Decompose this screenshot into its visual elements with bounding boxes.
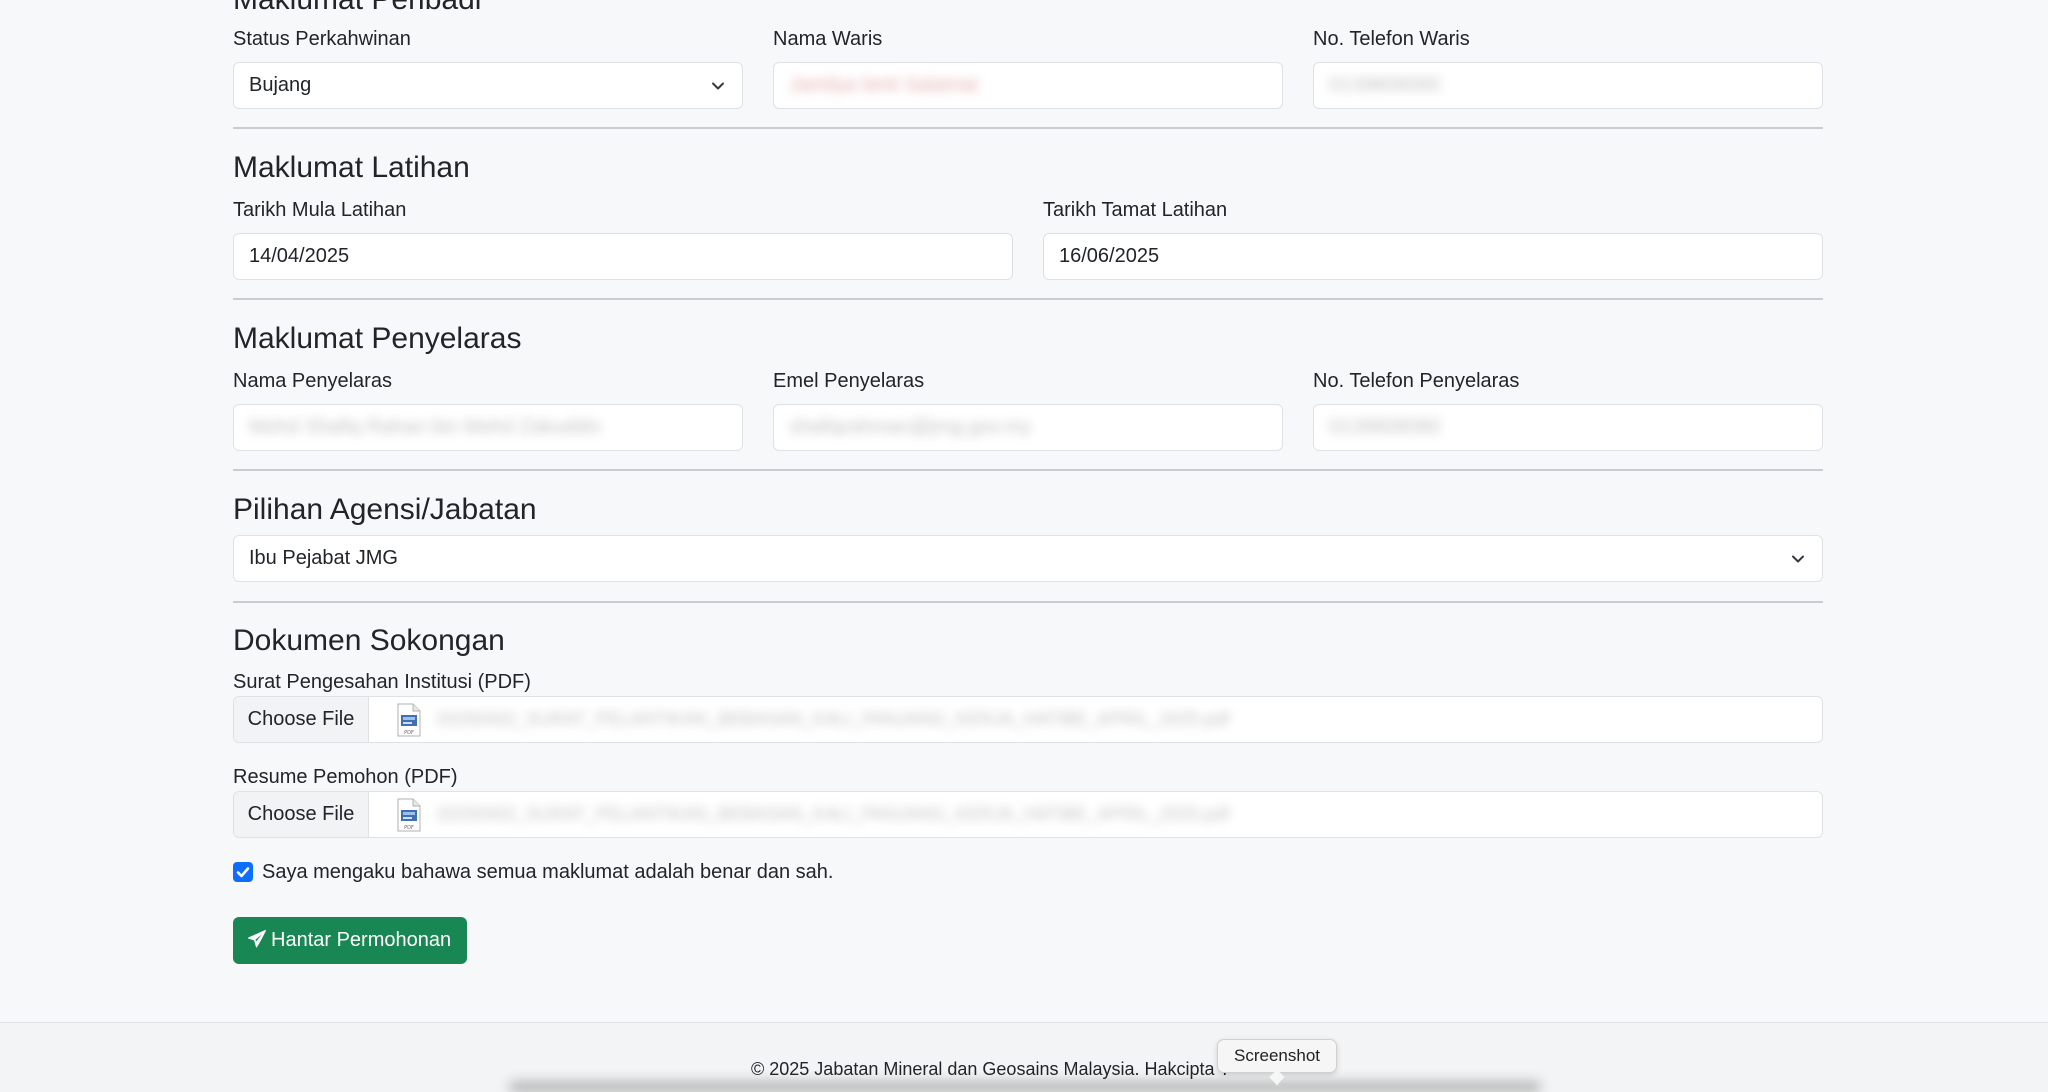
coordinator-phone-input[interactable]: 0139808080 [1313, 404, 1823, 451]
dock-shadow [510, 1082, 1540, 1092]
pdf-file-icon: PDF [397, 703, 421, 737]
resume-label: Resume Pemohon (PDF) [233, 766, 458, 788]
declaration-checkbox[interactable] [233, 862, 253, 882]
letter-file-input[interactable]: Choose File PDF 20250402_SURAT_PELANTIKA… [233, 696, 1823, 743]
section-title-agency: Pilihan Agensi/Jabatan [233, 493, 537, 526]
coordinator-email-input[interactable]: shafiqrahman@jmg.gov.my [773, 404, 1283, 451]
marital-status-select[interactable]: Bujang [233, 62, 743, 109]
resume-file-name: 20250402_SURAT_PELANTIKAN_BEBASAN_KALI_P… [436, 804, 1230, 824]
letter-file-name: 20250402_SURAT_PELANTIKAN_BEBASAN_KALI_P… [436, 709, 1230, 729]
heir-phone-value: 0139808080 [1329, 74, 1441, 96]
chevron-down-icon [1792, 555, 1804, 563]
letter-label: Surat Pengesahan Institusi (PDF) [233, 671, 531, 693]
coordinator-phone-label: No. Telefon Penyelaras [1313, 370, 1520, 392]
section-title-training: Maklumat Latihan [233, 151, 470, 184]
heir-phone-label: No. Telefon Waris [1313, 28, 1470, 50]
training-start-input[interactable]: 14/04/2025 [233, 233, 1013, 280]
send-icon [248, 930, 266, 948]
coordinator-name-label: Nama Penyelaras [233, 370, 392, 392]
application-form-page: Maklumat Peribadi Status Perkahwinan Buj… [0, 0, 2048, 1092]
divider [233, 601, 1823, 603]
marital-status-value: Bujang [249, 74, 312, 96]
training-end-label: Tarikh Tamat Latihan [1043, 199, 1228, 221]
training-start-label: Tarikh Mula Latihan [233, 199, 407, 221]
divider [233, 469, 1823, 471]
declaration-label[interactable]: Saya mengaku bahawa semua maklumat adala… [262, 860, 833, 884]
marital-status-label: Status Perkahwinan [233, 28, 411, 50]
chevron-down-icon [712, 82, 724, 90]
agency-value: Ibu Pejabat JMG [249, 547, 398, 569]
coordinator-email-value: shafiqrahman@jmg.gov.my [789, 416, 1032, 438]
choose-file-button[interactable]: Choose File [234, 792, 369, 837]
coordinator-name-input[interactable]: Mohd Shafiq Rahan bin Mohd Zakuddin [233, 404, 743, 451]
svg-text:PDF: PDF [404, 730, 414, 736]
section-title-documents: Dokumen Sokongan [233, 624, 505, 657]
coordinator-phone-value: 0139808080 [1329, 416, 1441, 438]
submit-application-button[interactable]: Hantar Permohonan [233, 917, 468, 964]
svg-text:PDF: PDF [404, 825, 414, 831]
heir-name-label: Nama Waris [773, 28, 883, 50]
checkmark-icon [236, 867, 250, 878]
submit-label: Hantar Permohonan [271, 929, 452, 951]
pdf-file-icon: PDF [397, 798, 421, 832]
section-title-coordinator: Maklumat Penyelaras [233, 322, 522, 355]
screenshot-tooltip: Screenshot [1217, 1039, 1337, 1073]
choose-file-button[interactable]: Choose File [234, 697, 369, 742]
resume-file-input[interactable]: Choose File PDF 20250402_SURAT_PELANTIKA… [233, 791, 1823, 838]
training-end-value: 16/06/2025 [1059, 245, 1160, 267]
heir-phone-input[interactable]: 0139808080 [1313, 62, 1823, 109]
heir-name-value: Jamilya binti Salamat [789, 74, 978, 96]
divider [233, 298, 1823, 300]
training-end-input[interactable]: 16/06/2025 [1043, 233, 1823, 280]
section-title-personal: Maklumat Peribadi [233, 0, 481, 18]
divider [233, 127, 1823, 129]
coordinator-name-value: Mohd Shafiq Rahan bin Mohd Zakuddin [249, 416, 602, 438]
heir-name-input[interactable]: Jamilya binti Salamat [773, 62, 1283, 109]
training-start-value: 14/04/2025 [249, 245, 350, 267]
footer-copyright: © 2025 Jabatan Mineral dan Geosains Mala… [751, 1059, 1231, 1079]
coordinator-email-label: Emel Penyelaras [773, 370, 925, 392]
agency-select[interactable]: Ibu Pejabat JMG [233, 535, 1823, 582]
